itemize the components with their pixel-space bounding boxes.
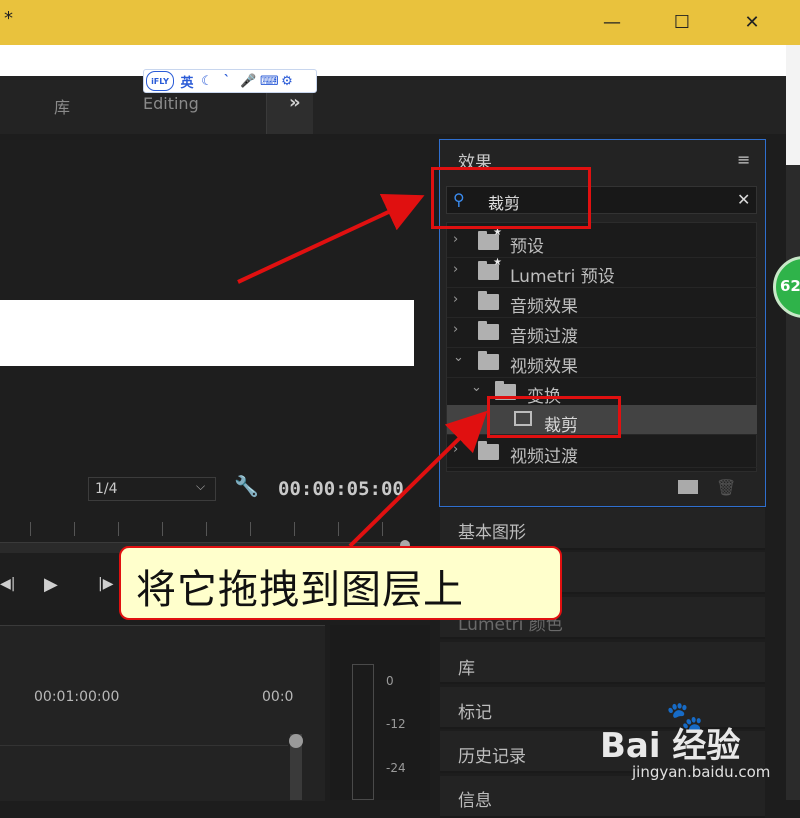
annotation-arrows bbox=[237, 193, 488, 548]
watermark-url: jingyan.baidu.com bbox=[632, 763, 771, 781]
callout-text: 将它拖拽到图层上 bbox=[136, 567, 464, 613]
arrow-to-crop bbox=[348, 410, 488, 548]
arrow-to-search bbox=[237, 193, 425, 284]
watermark-logo: Bai 经验 bbox=[600, 726, 741, 766]
highlight-box-crop bbox=[487, 396, 621, 438]
highlight-box-search bbox=[431, 167, 591, 229]
